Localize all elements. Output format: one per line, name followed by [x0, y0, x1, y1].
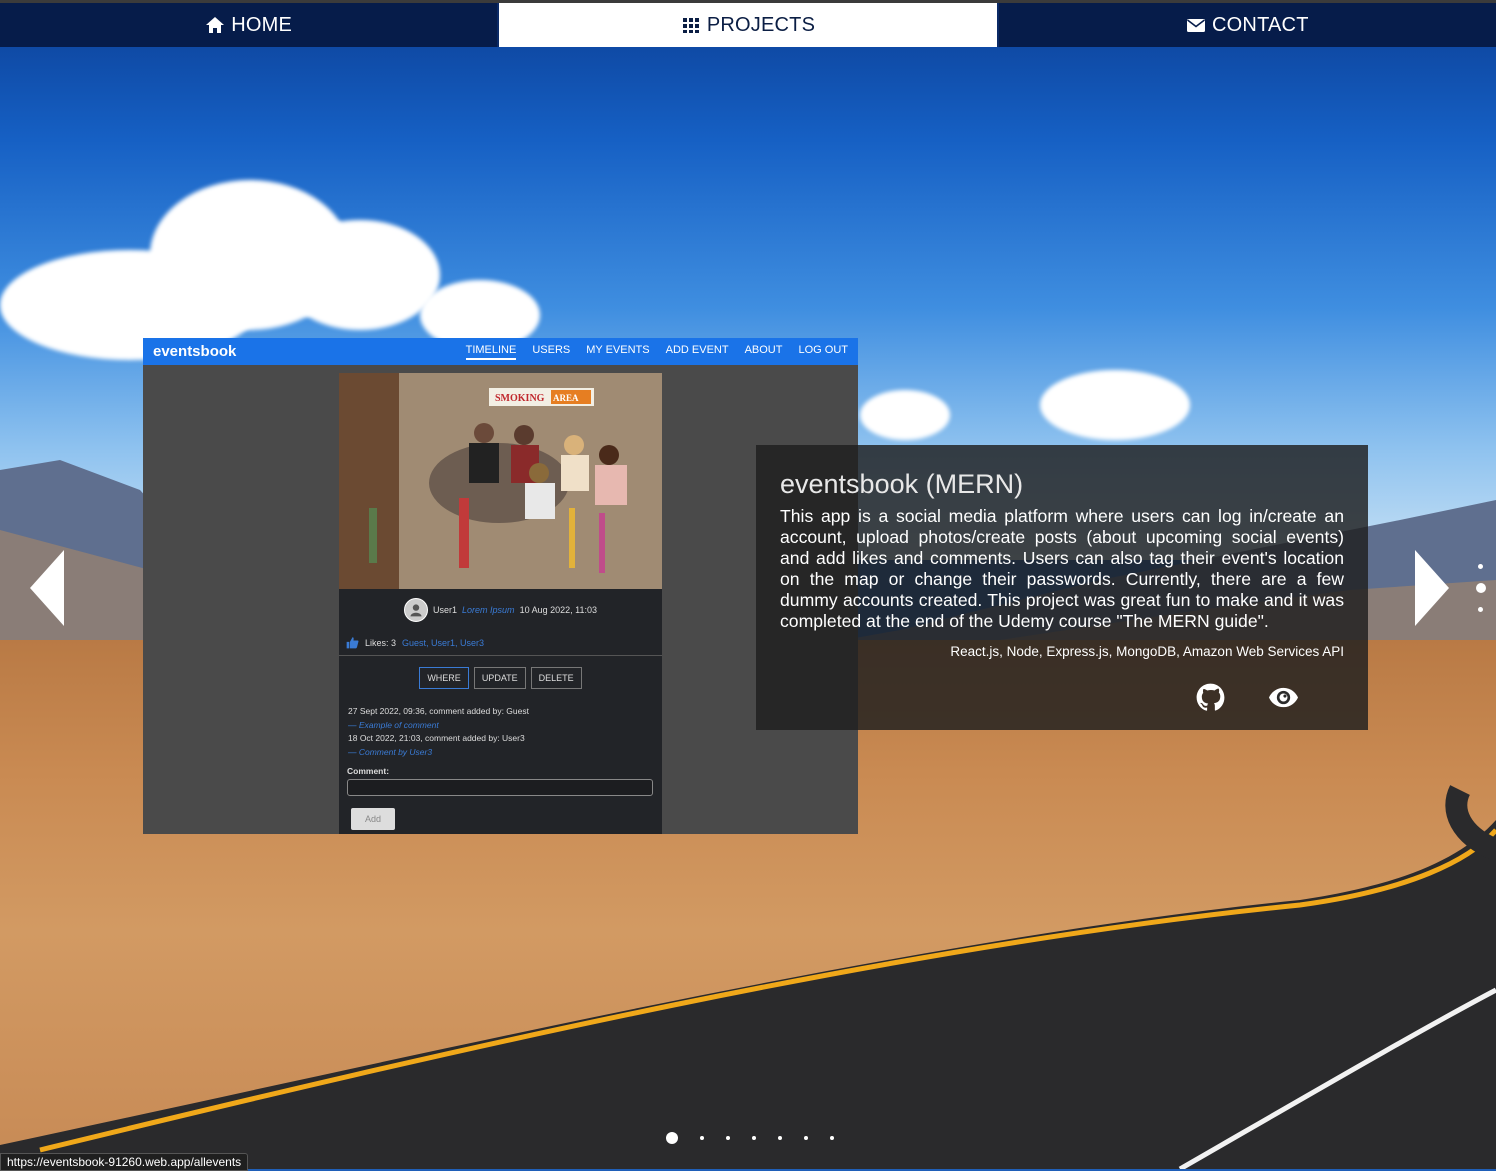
comments-list: 27 Sept 2022, 09:36, comment added by: G…: [348, 705, 662, 759]
likes-count: Likes: 3: [365, 637, 397, 648]
vertical-dots-indicator: [1476, 564, 1486, 626]
user-avatar-icon: [410, 604, 422, 617]
carousel-dot[interactable]: [830, 1136, 834, 1140]
envelope-icon: [1187, 19, 1206, 32]
screenshot-link: MY EVENTS: [586, 343, 650, 356]
screenshot-link: ADD EVENT: [665, 343, 729, 356]
thumbs-up-icon: [346, 637, 359, 649]
comment-text: — Comment by User3: [348, 746, 433, 757]
carousel-dot[interactable]: [778, 1136, 782, 1140]
carousel-next-arrow[interactable]: [1415, 550, 1449, 626]
where-button: WHERE: [419, 667, 469, 689]
add-comment-button: Add: [351, 808, 395, 830]
vertical-dot[interactable]: [1478, 607, 1483, 612]
screenshot-app-header: eventsbook TIMELINE USERS MY EVENTS ADD …: [143, 338, 858, 365]
carousel-dot-active[interactable]: [666, 1132, 678, 1144]
post-actions: WHERE UPDATE DELETE: [339, 667, 662, 689]
comment-meta: 18 Oct 2022, 21:03, comment added by: Us…: [348, 733, 525, 743]
nav-projects[interactable]: PROJECTS: [497, 3, 999, 47]
post-date: 10 Aug 2022, 11:03: [519, 605, 597, 615]
project-description: This app is a social media platform wher…: [780, 506, 1344, 631]
post-photo: SMOKING AREA: [339, 373, 662, 589]
divider: [339, 655, 662, 656]
comment-label: Comment:: [347, 766, 390, 776]
screenshot-link: ABOUT: [744, 343, 783, 356]
project-screenshot[interactable]: eventsbook TIMELINE USERS MY EVENTS ADD …: [143, 338, 858, 834]
screenshot-nav: TIMELINE USERS MY EVENTS ADD EVENT ABOUT…: [465, 343, 848, 360]
likes-row: Likes: 3 Guest, User1, User3: [346, 636, 662, 649]
vertical-dot-active[interactable]: [1476, 583, 1486, 593]
carousel-dots: [666, 1132, 834, 1144]
nav-contact-label: CONTACT: [1212, 13, 1309, 36]
home-icon: [206, 17, 225, 33]
post-author-note: Lorem Ipsum: [462, 605, 515, 615]
nav-projects-label: PROJECTS: [706, 13, 816, 36]
sign-text-right: AREA: [553, 393, 579, 403]
screenshot-post-card: SMOKING AREA User1 Lorem Ipsum 10 Aug 20…: [339, 373, 662, 834]
screenshot-brand: eventsbook: [153, 343, 237, 360]
photo-people-illustration: SMOKING AREA: [339, 373, 662, 589]
project-tech-stack: React.js, Node, Express.js, MongoDB, Ama…: [950, 644, 1344, 659]
carousel-dot[interactable]: [726, 1136, 730, 1140]
post-author-row: User1 Lorem Ipsum 10 Aug 2022, 11:03: [339, 598, 662, 622]
grid-icon: [682, 18, 699, 33]
project-description-panel: eventsbook (MERN) This app is a social m…: [756, 445, 1368, 730]
carousel-dot[interactable]: [700, 1136, 704, 1140]
project-links: [1196, 683, 1298, 712]
eye-icon[interactable]: [1269, 683, 1298, 712]
browser-status-url: https://eventsbook-91260.web.app/alleven…: [0, 1153, 249, 1171]
github-icon[interactable]: [1196, 683, 1225, 712]
carousel-prev-arrow[interactable]: [30, 550, 64, 626]
screenshot-link: TIMELINE: [465, 344, 517, 360]
sign-text-left: SMOKING: [495, 393, 545, 404]
nav-contact[interactable]: CONTACT: [999, 3, 1496, 47]
vertical-dot[interactable]: [1478, 564, 1483, 569]
delete-button: DELETE: [530, 667, 582, 689]
comment-text: — Example of comment: [348, 719, 439, 730]
top-navigation: HOME PROJECTS CONTACT: [0, 0, 1496, 47]
post-author: User1: [433, 605, 458, 615]
screenshot-link: LOG OUT: [798, 343, 848, 356]
project-title: eventsbook (MERN): [780, 469, 1024, 499]
carousel-dot[interactable]: [804, 1136, 808, 1140]
update-button: UPDATE: [473, 667, 526, 689]
likes-users: Guest, User1, User3: [402, 637, 485, 648]
screenshot-link: USERS: [532, 343, 571, 356]
comment-meta: 27 Sept 2022, 09:36, comment added by: G…: [348, 706, 529, 716]
nav-home-label: HOME: [231, 13, 293, 36]
avatar: [404, 598, 429, 622]
carousel-dot[interactable]: [752, 1136, 756, 1140]
nav-home[interactable]: HOME: [0, 3, 497, 47]
comment-input: [347, 779, 653, 796]
